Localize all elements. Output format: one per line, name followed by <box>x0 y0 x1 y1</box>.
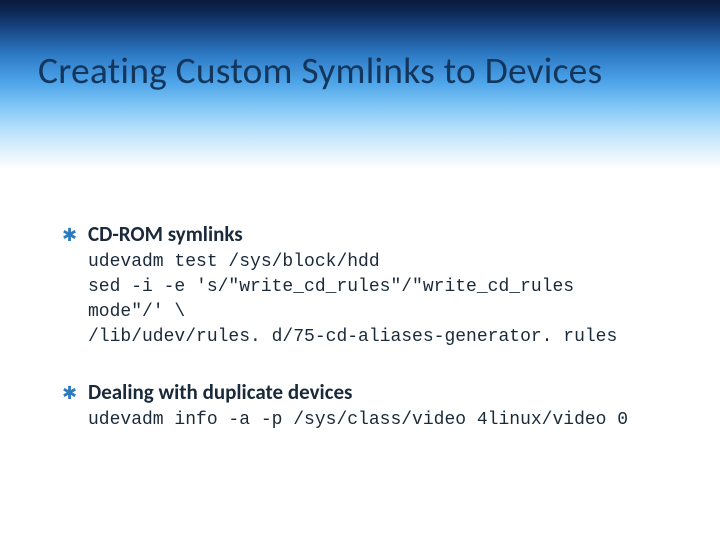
slide-body: ✱ CD-ROM symlinks udevadm test /sys/bloc… <box>88 220 658 461</box>
bullet-heading: CD-ROM symlinks <box>88 220 658 248</box>
bullet-item: ✱ CD-ROM symlinks udevadm test /sys/bloc… <box>88 220 658 350</box>
slide-title: Creating Custom Symlinks to Devices <box>38 48 688 94</box>
bullet-code: udevadm info -a -p /sys/class/video 4lin… <box>88 408 658 433</box>
bullet-heading: Dealing with duplicate devices <box>88 378 658 406</box>
bullet-star-icon: ✱ <box>62 384 77 402</box>
bullet-item: ✱ Dealing with duplicate devices udevadm… <box>88 378 658 433</box>
slide: Creating Custom Symlinks to Devices ✱ CD… <box>0 0 720 540</box>
bullet-code: udevadm test /sys/block/hdd sed -i -e 's… <box>88 250 658 349</box>
bullet-star-icon: ✱ <box>62 226 77 244</box>
